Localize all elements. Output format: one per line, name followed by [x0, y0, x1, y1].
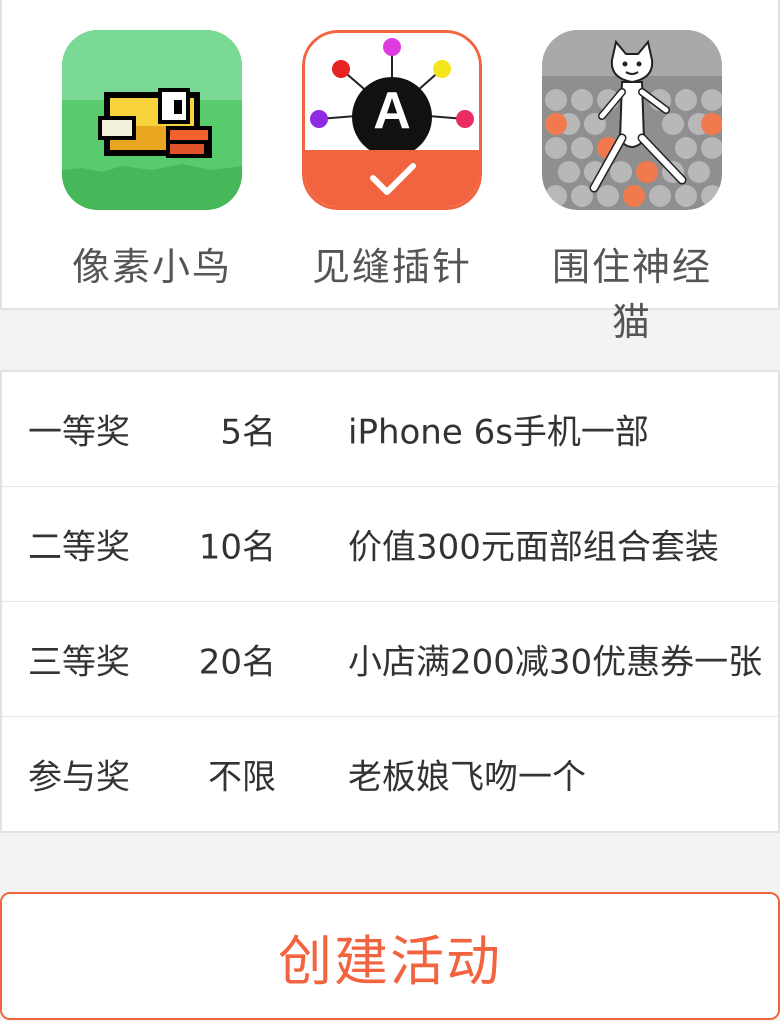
- flappy-bird-icon: [62, 30, 242, 210]
- prize-count: 20名: [198, 642, 276, 683]
- game-option-crazy-cat[interactable]: 围住神经猫: [542, 30, 722, 346]
- prize-level: 参与奖: [28, 757, 130, 798]
- game-name: 见缝插针: [311, 245, 472, 289]
- prize-row: 一等奖 5名 iPhone 6s手机一部: [2, 372, 778, 487]
- selected-overlay: [305, 150, 479, 207]
- prize-count: 10名: [198, 527, 276, 568]
- prize-level: 二等奖: [28, 527, 130, 568]
- prize-row: 二等奖 10名 价值300元面部组合套装: [2, 487, 778, 602]
- checkmark-icon: [370, 163, 416, 195]
- prize-description: 小店满200减30优惠券一张: [348, 642, 763, 683]
- game-option-flappy-bird[interactable]: 像素小鸟: [62, 30, 242, 291]
- prize-description: iPhone 6s手机一部: [348, 412, 649, 453]
- pin-badge-letter: A: [373, 82, 411, 140]
- pin-game-icon: A: [302, 30, 482, 210]
- create-activity-button[interactable]: 创建活动: [0, 892, 780, 1020]
- crazy-cat-icon: [542, 30, 722, 210]
- game-picker: 像素小鸟 A 见缝插针 围住神经猫: [0, 0, 780, 344]
- prize-count: 不限: [208, 757, 276, 798]
- game-name: 围住神经猫: [551, 245, 712, 344]
- prize-count: 5名: [220, 412, 276, 453]
- prize-level: 一等奖: [28, 412, 130, 453]
- prize-description: 老板娘飞吻一个: [348, 757, 586, 798]
- game-option-pin[interactable]: A 见缝插针: [302, 30, 482, 291]
- game-name: 像素小鸟: [71, 245, 232, 289]
- prize-row: 三等奖 20名 小店满200减30优惠券一张: [2, 602, 778, 717]
- prize-row: 参与奖 不限 老板娘飞吻一个: [2, 717, 778, 831]
- prize-level: 三等奖: [28, 642, 130, 683]
- prize-description: 价值300元面部组合套装: [348, 527, 719, 568]
- prize-table: 一等奖 5名 iPhone 6s手机一部 二等奖 10名 价值300元面部组合套…: [0, 370, 780, 833]
